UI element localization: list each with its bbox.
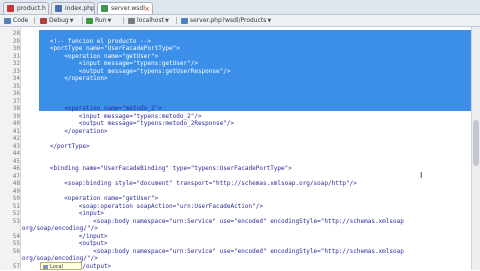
- toolbar: Code Debug▼ Run▼ localhost▼ server.php?w…: [0, 15, 480, 27]
- code-editor[interactable]: <!-- funcion el producto --> <portType n…: [21, 27, 471, 270]
- toolbar-separator: [34, 17, 35, 24]
- scrollbar-thumb[interactable]: [473, 120, 479, 166]
- folder-icon: [43, 265, 48, 269]
- vertical-scrollbar[interactable]: [471, 27, 480, 270]
- code-view-icon: [4, 17, 11, 24]
- tab-label: index.php: [65, 5, 95, 12]
- code-view-button[interactable]: Code: [4, 16, 28, 25]
- line-number: 57: [12, 262, 20, 270]
- code-line: <soap:binding style="document" transport…: [39, 180, 357, 187]
- tab-index-php[interactable]: index.php: [51, 2, 95, 14]
- popup-label: Local: [50, 264, 63, 270]
- debug-button[interactable]: Debug▼: [40, 16, 74, 25]
- server-dropdown[interactable]: localhost▼: [128, 16, 169, 25]
- line-number: 56: [12, 247, 20, 255]
- run-button[interactable]: Run▼: [86, 16, 111, 25]
- tab-label: product.h: [17, 5, 46, 12]
- file-wsdl-icon: [101, 5, 108, 12]
- chevron-down-icon: ▼: [164, 18, 169, 24]
- file-h-icon: [7, 5, 14, 12]
- line-number-gutter: 28 29 30 31 32 33 34 35 36 37 38 39 40 41 42 43 44 45 46 47…: [0, 27, 21, 270]
- run-icon: [86, 17, 93, 24]
- tab-product-h[interactable]: product.h: [3, 2, 49, 14]
- code-line: <binding name="UserFacadeBinding" type="…: [39, 165, 292, 172]
- line-number: 53: [12, 217, 20, 225]
- chevron-down-icon: ▼: [107, 18, 112, 24]
- code-line: </operation>: [39, 127, 108, 135]
- url-dropdown[interactable]: server.php?wsdl/Products▼: [181, 16, 271, 25]
- url-icon: [181, 17, 188, 24]
- local-popup[interactable]: Local: [40, 262, 82, 270]
- chevron-down-icon: ▼: [267, 18, 272, 24]
- toolbar-separator: [176, 17, 177, 24]
- debug-icon: [40, 17, 47, 24]
- close-tab-icon[interactable]: ×: [144, 3, 150, 14]
- tab-server-wsdl[interactable]: server.wsdl ×: [97, 2, 153, 14]
- code-line: </operation>: [39, 75, 108, 82]
- toolbar-separator: [123, 17, 124, 24]
- toolbar-separator: [82, 17, 83, 24]
- tab-label: server.wsdl: [111, 5, 145, 12]
- server-icon: [128, 17, 135, 24]
- editor-tab-bar: product.h index.php server.wsdl ×: [0, 0, 480, 15]
- chevron-down-icon: ▼: [69, 18, 74, 24]
- code-line: </portType>: [39, 142, 90, 150]
- file-php-icon: [55, 5, 62, 12]
- text-cursor-icon: I: [420, 171, 423, 180]
